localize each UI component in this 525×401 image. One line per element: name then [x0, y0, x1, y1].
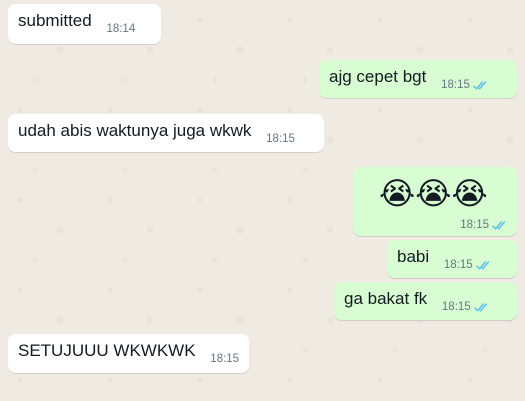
message-time: 18:14 [106, 23, 136, 35]
message-meta: 18:14 [106, 22, 135, 36]
message-meta: 18:15 [460, 218, 508, 232]
double-check-icon [475, 260, 489, 269]
chat-message-list: submitted 18:14 ajg cepet bgt 18:15 udah… [0, 0, 525, 401]
message-outgoing-emoji[interactable]: 😭😭😭 18:15 [353, 167, 517, 236]
message-incoming[interactable]: SETUJUUU WKWKWK 18:15 [8, 334, 249, 373]
double-check-icon [473, 302, 487, 311]
double-check-icon [492, 220, 506, 229]
message-meta: 18:15 [441, 78, 489, 92]
message-text: ajg cepet bgt [329, 67, 427, 86]
message-time: 18:15 [441, 79, 470, 91]
message-meta: 18:15 [442, 300, 490, 314]
message-emoji-text: 😭😭😭 [379, 176, 488, 211]
message-text: ga bakat fk [344, 289, 428, 308]
message-time: 18:15 [266, 133, 295, 145]
message-meta: 18:15 [444, 258, 492, 272]
double-check-icon [473, 80, 486, 89]
message-text: SETUJUUU WKWKWK [18, 341, 196, 360]
message-outgoing[interactable]: babi 18:15 [387, 240, 517, 278]
message-text: babi [397, 247, 430, 266]
message-time: 18:15 [210, 353, 240, 365]
message-meta: 18:15 [210, 352, 239, 366]
message-text: submitted [18, 11, 92, 30]
message-text: udah abis waktunya juga wkwk [18, 121, 252, 140]
message-outgoing[interactable]: ajg cepet bgt 18:15 [319, 60, 517, 98]
message-time: 18:15 [441, 301, 471, 313]
message-time: 18:15 [460, 219, 489, 231]
message-meta: 18:15 [266, 132, 295, 146]
message-outgoing[interactable]: ga bakat fk 18:15 [334, 282, 517, 320]
message-incoming[interactable]: udah abis waktunya juga wkwk 18:15 [8, 114, 324, 152]
message-incoming[interactable]: submitted 18:14 [8, 4, 161, 44]
message-time: 18:15 [443, 259, 473, 271]
